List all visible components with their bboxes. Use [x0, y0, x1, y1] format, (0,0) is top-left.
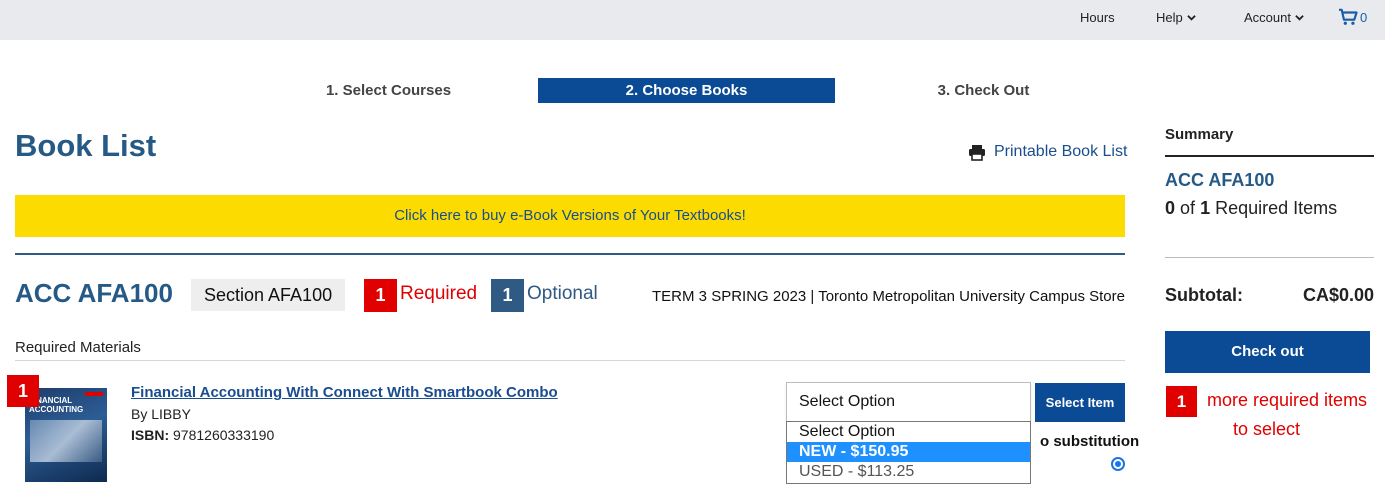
top-utility-bar: Hours Help Account 0	[0, 0, 1385, 40]
more-required-text-2: to select	[1233, 419, 1301, 439]
book-author: By LIBBY	[131, 406, 191, 422]
page-title: Book List	[15, 128, 157, 163]
section-badge: Section AFA100	[191, 279, 346, 311]
more-required-text: more required items	[1207, 390, 1368, 410]
help-menu[interactable]: Help	[1156, 10, 1196, 25]
hours-link[interactable]: Hours	[1080, 10, 1115, 25]
more-required-badge: 1	[1166, 386, 1197, 417]
option-dropdown-list: Select Option NEW - $150.95 USED - $113.…	[786, 421, 1031, 484]
book-isbn: ISBN: 9781260333190	[131, 427, 274, 443]
required-items-label: Required Items	[1215, 198, 1338, 218]
summary-rule	[1165, 155, 1374, 157]
ebook-banner[interactable]: Click here to buy e-Book Versions of You…	[15, 195, 1125, 237]
required-label: Required	[400, 283, 478, 304]
cover-title: FINANCIAL ACCOUNTING	[29, 396, 84, 414]
summary-required-count: 0 of 1 Required Items	[1165, 198, 1337, 219]
selected-count: 0	[1165, 198, 1176, 218]
step-select-courses[interactable]: 1. Select Courses	[240, 78, 537, 103]
option-new[interactable]: NEW - $150.95	[787, 442, 1030, 462]
account-menu[interactable]: Account	[1244, 10, 1304, 25]
help-label: Help	[1156, 10, 1183, 25]
radio-selected-icon[interactable]	[1111, 457, 1125, 471]
book-title-link[interactable]: Financial Accounting With Connect With S…	[131, 384, 558, 401]
isbn-value: 9781260333190	[173, 427, 275, 443]
course-header: ACC AFA100 Section AFA100 1 Required 1 O…	[15, 278, 1125, 312]
required-count-badge: 1	[364, 279, 397, 312]
printable-book-list-link[interactable]: Printable Book List	[968, 143, 1127, 161]
step-choose-books[interactable]: 2. Choose Books	[538, 78, 835, 103]
option-select[interactable]: Select Option	[786, 382, 1031, 422]
cart-button[interactable]: 0	[1338, 8, 1367, 26]
cart-icon	[1339, 8, 1358, 25]
required-materials-heading: Required Materials	[15, 339, 141, 356]
item-number-badge: 1	[7, 375, 39, 407]
course-code: ACC AFA100	[15, 278, 173, 308]
summary-title: Summary	[1165, 126, 1234, 143]
checkout-button[interactable]: Check out	[1165, 331, 1370, 373]
option-select-placeholder[interactable]: Select Option	[787, 422, 1030, 442]
summary-course: ACC AFA100	[1165, 170, 1275, 190]
printable-label: Printable Book List	[994, 143, 1128, 160]
step-check-out[interactable]: 3. Check Out	[835, 78, 1132, 103]
materials-divider	[15, 360, 1125, 361]
option-used[interactable]: USED - $113.25	[787, 462, 1030, 482]
chevron-down-icon	[1295, 15, 1304, 21]
optional-count-badge: 1	[491, 279, 524, 312]
isbn-label: ISBN:	[131, 427, 170, 443]
cart-count: 0	[1360, 9, 1368, 25]
substitution-label: o substitution	[1040, 433, 1140, 450]
subtotal-label: Subtotal:	[1165, 285, 1243, 305]
cover-artwork	[30, 420, 102, 462]
of-label: of	[1180, 198, 1196, 218]
optional-label[interactable]: Optional	[527, 283, 598, 305]
hours-label: Hours	[1080, 10, 1115, 25]
section-divider	[15, 253, 1125, 255]
chevron-down-icon	[1187, 15, 1196, 21]
subtotal-value: CA$0.00	[1302, 285, 1374, 305]
required-total: 1	[1200, 198, 1211, 218]
select-item-button[interactable]: Select Item	[1035, 383, 1125, 422]
term-info: TERM 3 SPRING 2023 | Toronto Metropolita…	[652, 288, 1125, 305]
account-label: Account	[1244, 10, 1291, 25]
summary-divider	[1165, 257, 1374, 258]
printer-icon	[969, 144, 985, 161]
